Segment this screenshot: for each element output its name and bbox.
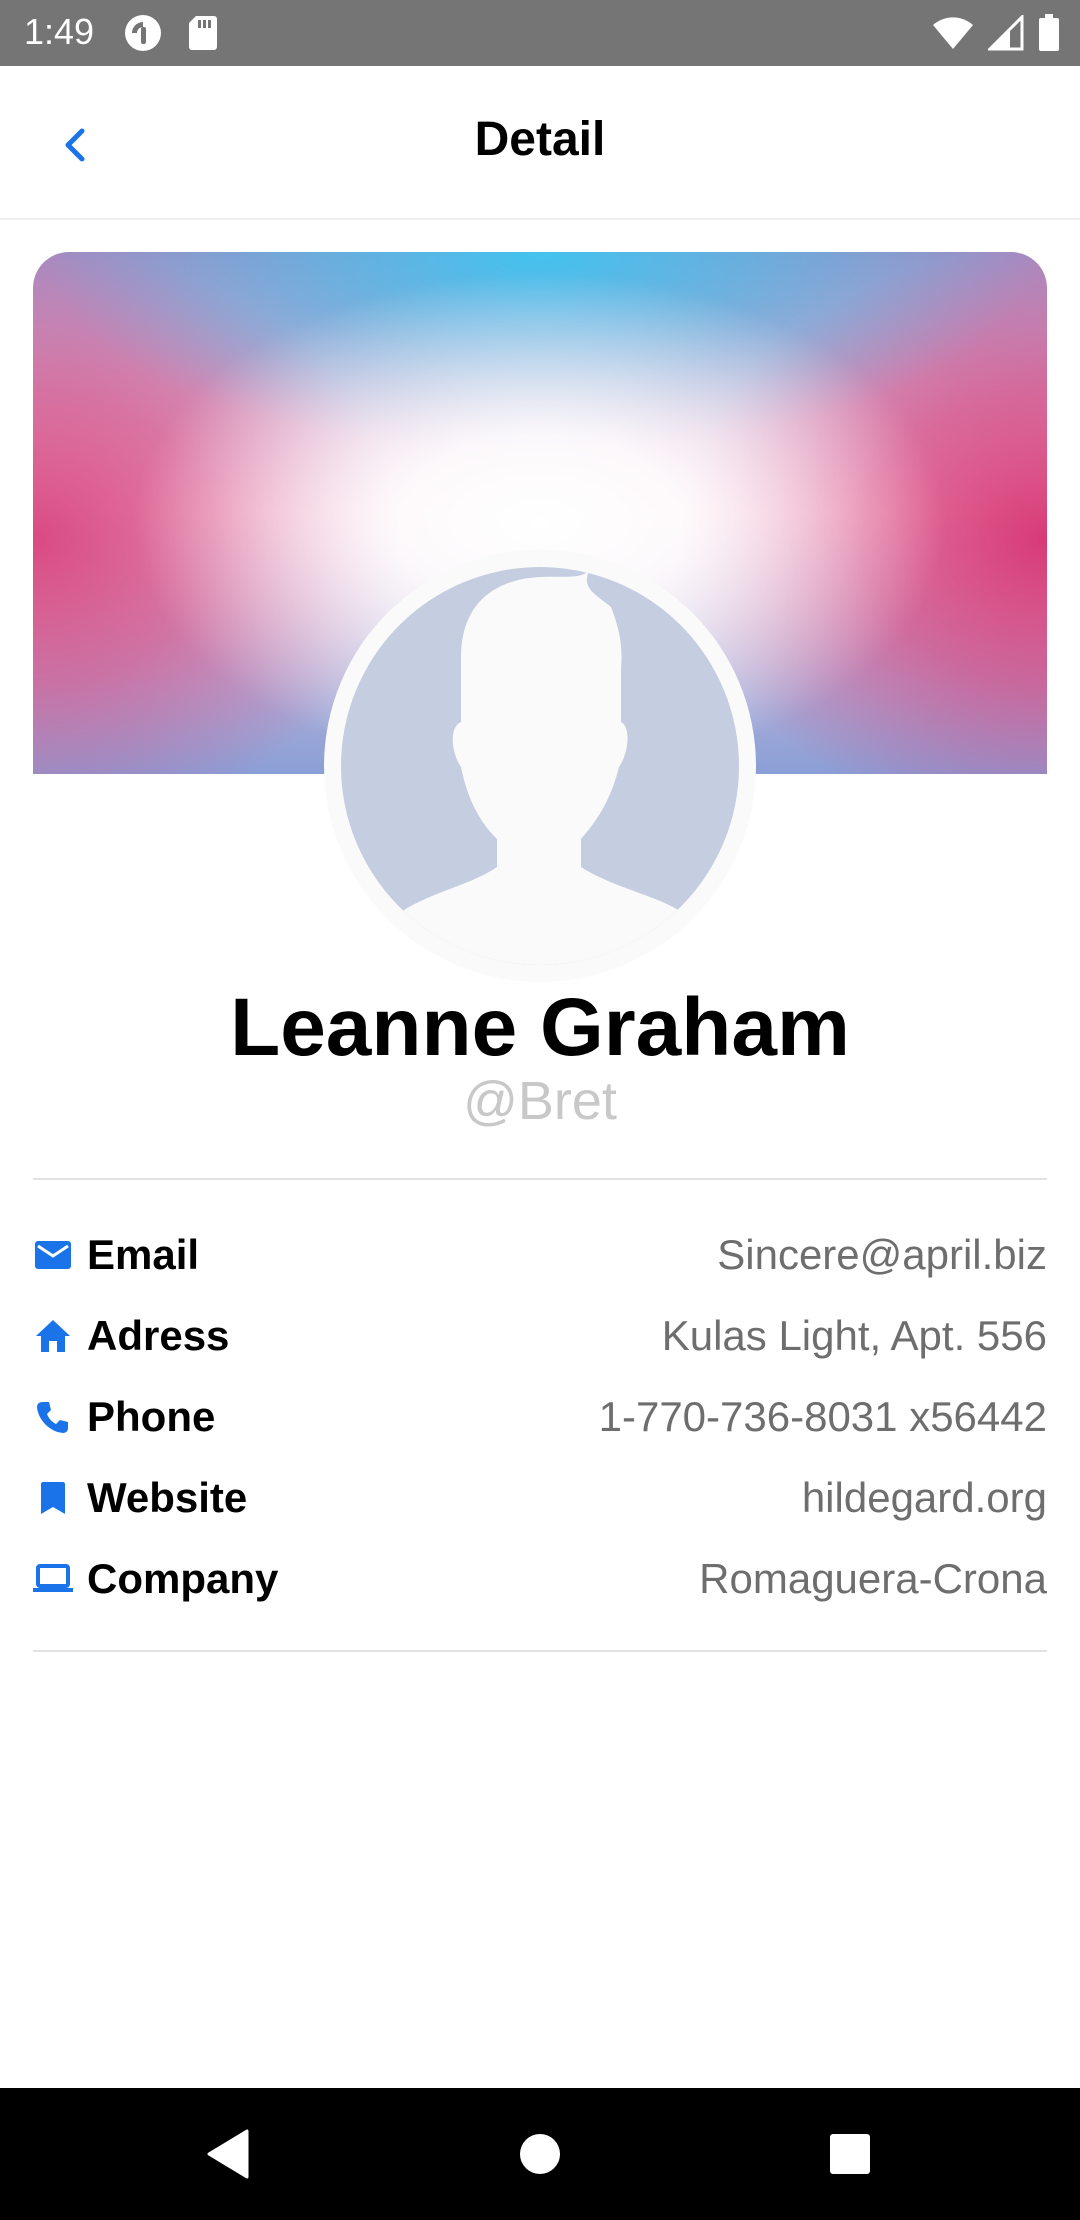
detail-label: Email [87, 1231, 200, 1278]
detail-value: 1-770-736-8031 x56442 [598, 1393, 1047, 1440]
system-nav-bar [0, 2088, 1080, 2220]
divider-bottom [33, 1650, 1047, 1652]
status-bar: 1:49 [0, 0, 1080, 66]
detail-row-email: Email Sincere@april.biz [33, 1225, 1047, 1285]
avatar-placeholder [341, 567, 739, 965]
home-circle-icon [520, 2134, 560, 2174]
detail-value: Kulas Light, Apt. 556 [661, 1312, 1047, 1359]
nav-home-button[interactable] [510, 2124, 570, 2184]
nav-back-button[interactable] [198, 2124, 258, 2184]
detail-label: Phone [87, 1393, 216, 1440]
page-title: Detail [474, 113, 606, 166]
mail-icon [33, 1235, 73, 1275]
status-left-icons [124, 14, 218, 57]
pocket-casts-icon [124, 14, 162, 57]
back-triangle-icon [207, 2129, 249, 2179]
sd-card-icon [188, 14, 218, 57]
app-header: Detail [0, 66, 1080, 220]
detail-row-website: Website hildegard.org [33, 1468, 1047, 1528]
detail-label: Company [87, 1555, 279, 1602]
user-name: Leanne Graham [230, 982, 850, 1073]
battery-icon [1038, 14, 1060, 57]
status-right-icons [932, 13, 1060, 57]
detail-value: Sincere@april.biz [717, 1231, 1047, 1278]
nav-recents-button[interactable] [820, 2124, 880, 2184]
phone-icon [33, 1397, 73, 1437]
detail-value: Romaguera-Crona [699, 1555, 1047, 1602]
bookmark-icon [33, 1478, 73, 1518]
detail-row-phone: Phone 1-770-736-8031 x56442 [33, 1387, 1047, 1447]
status-time: 1:49 [24, 11, 95, 52]
detail-row-company: Company Romaguera-Crona [33, 1549, 1047, 1609]
detail-label: Website [87, 1474, 248, 1521]
avatar [324, 550, 756, 982]
detail-label: Adress [87, 1312, 230, 1359]
detail-row-address: Adress Kulas Light, Apt. 556 [33, 1306, 1047, 1366]
user-handle: @Bret [463, 1071, 617, 1131]
person-silhouette-icon [341, 571, 739, 965]
wifi-icon [932, 15, 974, 56]
signal-icon [986, 13, 1024, 56]
divider-top [33, 1178, 1047, 1180]
detail-value: hildegard.org [801, 1474, 1047, 1521]
laptop-icon [33, 1559, 73, 1599]
recents-square-icon [830, 2134, 870, 2174]
home-icon [33, 1316, 73, 1356]
